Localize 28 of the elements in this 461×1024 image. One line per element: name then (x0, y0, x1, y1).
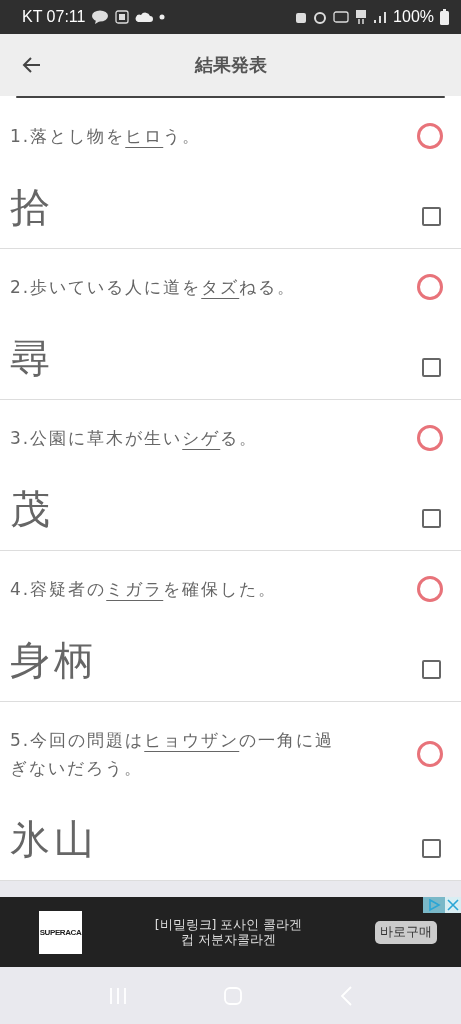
question-sentence: 1.落とし物を ヒロ う。 (10, 125, 203, 148)
ad-logo: SUPERACA (39, 910, 82, 954)
checkbox[interactable] (422, 838, 441, 858)
answer-kanji: 身柄 (10, 636, 98, 685)
checkbox[interactable] (422, 357, 441, 377)
checkbox[interactable] (422, 206, 441, 226)
square-logo-icon (115, 10, 130, 24)
signal-icon (373, 11, 388, 23)
question-sentence: 2.歩いている人に道を タズねる。 (10, 276, 298, 299)
dot-icon (159, 14, 166, 20)
checkbox[interactable] (422, 659, 441, 679)
carrier-time: KT 07:11 (22, 8, 86, 26)
question-sentence: 4.容疑者の ミガラ を確保した。 (10, 578, 279, 601)
answer-kanji: 氷山 (10, 815, 98, 864)
buy-button[interactable]: 바로구매 (375, 920, 437, 944)
ad-text: [비밀링크] 포사인 콜라겐 컵 저분자콜라겐 (153, 917, 304, 947)
answer-kanji: 茂 (10, 485, 54, 534)
answer-kanji: 尋 (10, 334, 54, 383)
chat-bubble-icon (91, 10, 110, 24)
question-sentence: 5.今回の問題は ヒョウザンの一角に過ぎないだろう。 (10, 729, 336, 780)
battery-icon (440, 9, 449, 25)
cloud-icon (135, 11, 154, 23)
battery-percent: 100% (393, 8, 434, 26)
answer-kanji: 拾 (10, 183, 54, 232)
page-title: 結果発表 (194, 53, 267, 77)
checkbox[interactable] (422, 508, 441, 528)
question-sentence: 3.公園に草木が生い シゲる。 (10, 427, 260, 450)
ad-banner[interactable]: SUPERACA [비밀링크] 포사인 콜라겐 컵 저분자콜라겐 바로구매 (0, 897, 461, 967)
